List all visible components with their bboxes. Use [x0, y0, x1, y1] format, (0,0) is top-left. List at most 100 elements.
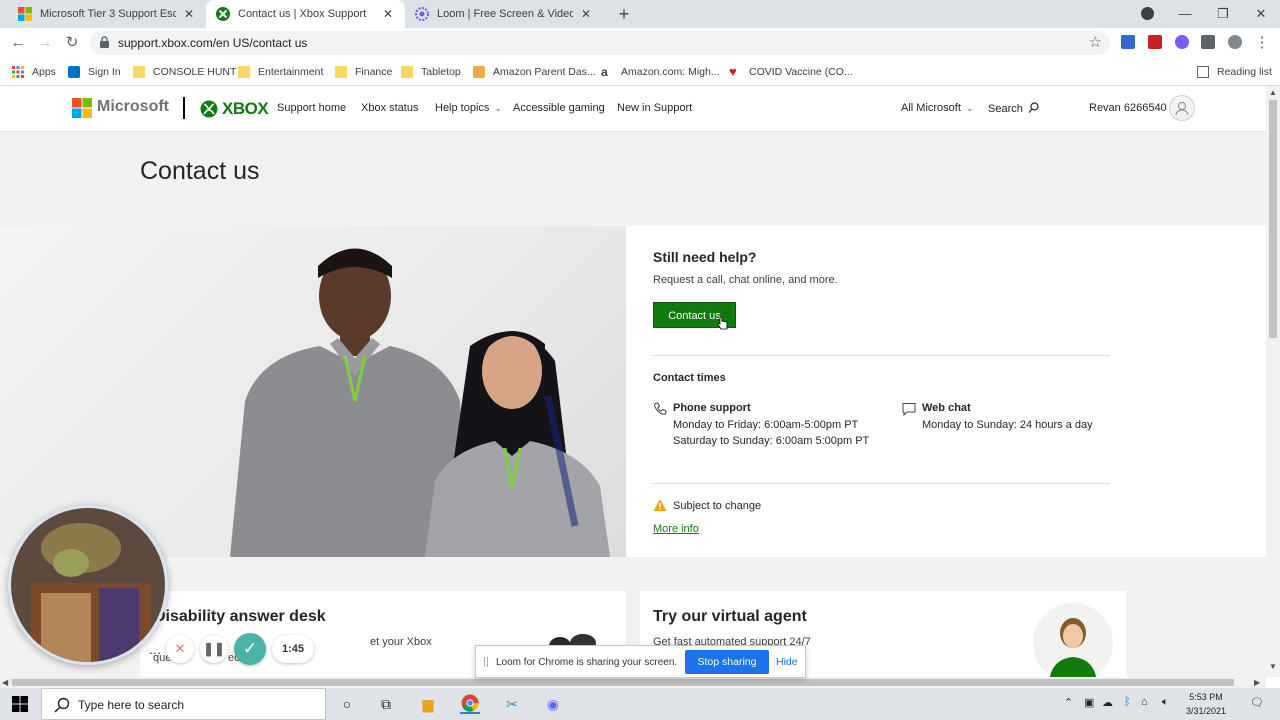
restore-button[interactable]: ❐	[1204, 0, 1242, 28]
chevron-down-icon: ⌄	[965, 103, 974, 113]
address-bar[interactable]: support.xbox.com/en US/contact us ☆	[90, 31, 1110, 55]
tray-app-icon[interactable]: ▣	[1084, 696, 1094, 709]
discord-icon[interactable]: ◉	[543, 694, 563, 714]
bookmark-star-icon[interactable]: ☆	[1089, 33, 1102, 51]
tab-title: Contact us | Xbox Support	[238, 8, 367, 20]
reload-icon[interactable]: ↻	[62, 33, 82, 53]
virtual-agent-avatar	[1033, 603, 1113, 683]
loom-camera-bubble[interactable]	[8, 505, 168, 665]
loom-extension-icon[interactable]	[1175, 35, 1189, 49]
tab-loom[interactable]: Loom | Free Screen & Video Reco ✕	[405, 0, 603, 28]
xbox-logo[interactable]: XBOX	[200, 99, 269, 119]
horizontal-scrollbar[interactable]: ◀ ▶	[0, 677, 1266, 688]
loom-more-icon[interactable]: …	[149, 635, 162, 663]
stop-sharing-button[interactable]: Stop sharing	[685, 650, 769, 674]
bookmark-console-hunt[interactable]: CONSOLE HUNT	[133, 64, 236, 80]
microsoft-favicon-icon	[18, 7, 32, 21]
bookmark-entertainment[interactable]: Entertainment	[238, 64, 323, 80]
extensions-puzzle-icon[interactable]	[1201, 35, 1215, 49]
loom-pause-icon[interactable]: ❚❚	[200, 635, 228, 663]
loom-timer: 1:45	[272, 635, 314, 663]
cloud-icon[interactable]: ☁	[1102, 696, 1113, 709]
menu-kebab-icon[interactable]: ⋮	[1252, 33, 1272, 53]
extension-icon[interactable]	[1121, 35, 1135, 49]
bookmark-label: Amazon Parent Das...	[493, 66, 596, 78]
show-hidden-icons[interactable]: ⌃	[1064, 696, 1073, 709]
phone-hours-weekend: Saturday to Sunday: 6:00am 5:00pm PT	[673, 435, 870, 447]
chrome-taskbar-icon[interactable]	[460, 694, 480, 714]
taskbar-search-box[interactable]: Type here to search	[41, 688, 326, 720]
tab-close-icon[interactable]: ✕	[182, 7, 196, 21]
notifications-icon[interactable]: 🗨︎	[1250, 696, 1264, 709]
horizontal-scroll-thumb[interactable]	[12, 679, 1234, 686]
scroll-down-arrow-icon[interactable]: ▼	[1269, 662, 1277, 671]
nav-xbox-status[interactable]: Xbox status	[361, 102, 418, 114]
bookmark-tabletop[interactable]: Tabletop	[401, 64, 461, 80]
bluetooth-icon[interactable]: ᛒ	[1124, 696, 1131, 708]
microsoft-logo-icon[interactable]	[72, 98, 92, 118]
bookmark-amazon-parent[interactable]: Amazon Parent Das...	[473, 64, 596, 80]
volume-icon[interactable]: 🔈︎	[1162, 696, 1169, 709]
close-window-button[interactable]: ✕	[1242, 0, 1280, 28]
new-tab-button[interactable]: +	[614, 4, 634, 24]
disability-subtitle-fragment: et your Xbox	[370, 636, 432, 648]
warning-icon	[653, 499, 667, 511]
more-info-link[interactable]: More info	[653, 523, 699, 535]
minimize-button[interactable]: —	[1166, 0, 1204, 28]
bookmark-apps[interactable]: Apps	[12, 64, 56, 80]
tab-close-icon[interactable]: ✕	[579, 7, 593, 21]
nav-help-topics-label: Help topics	[435, 102, 490, 114]
system-clock[interactable]: 5:53 PM 3/31/2021	[1186, 690, 1226, 718]
bookmark-label: COVID Vaccine (CO...	[749, 66, 853, 78]
hide-button[interactable]: Hide	[776, 656, 798, 668]
back-arrow-icon[interactable]: ←	[8, 33, 28, 53]
outlook-icon	[68, 66, 80, 78]
scroll-left-arrow-icon[interactable]: ◀	[2, 678, 8, 687]
forward-arrow-icon[interactable]: →	[35, 33, 55, 53]
vertical-scroll-thumb[interactable]	[1269, 100, 1277, 338]
windows-start-icon[interactable]	[12, 696, 28, 712]
all-microsoft-menu[interactable]: All Microsoft ⌄	[901, 102, 974, 114]
cortana-icon[interactable]: ○	[337, 694, 357, 714]
heart-icon: ♥	[729, 64, 737, 79]
tab-tier3-escalation[interactable]: Microsoft Tier 3 Support Escalati ✕	[8, 0, 206, 28]
web-chat-hours: Monday to Sunday: 24 hours a day	[922, 419, 1093, 431]
search-button[interactable]: Search	[988, 102, 1039, 115]
drag-handle-icon[interactable]	[484, 657, 488, 667]
reading-list[interactable]: Reading list	[1197, 64, 1272, 80]
tab-title: Microsoft Tier 3 Support Escalati	[40, 8, 176, 20]
chevron-down-icon: ⌄	[494, 103, 503, 113]
microsoft-brand[interactable]: Microsoft	[97, 98, 169, 116]
disability-title: Disability answer desk	[154, 608, 326, 625]
pdf-extension-icon[interactable]	[1148, 35, 1162, 49]
bookmark-covid-vaccine[interactable]: ♥ COVID Vaccine (CO...	[729, 64, 853, 80]
screen-share-bar: Loom for Chrome is sharing your screen. …	[475, 645, 806, 678]
nav-accessible-gaming[interactable]: Accessible gaming	[513, 102, 605, 114]
bookmark-sign-in[interactable]: Sign In	[68, 64, 121, 80]
file-explorer-icon[interactable]: ▆	[418, 694, 438, 714]
hand-cursor-icon	[717, 316, 728, 330]
loom-finish-check-icon[interactable]: ✓	[234, 633, 266, 665]
phone-icon	[653, 402, 667, 415]
loom-cancel-icon[interactable]: ✕	[166, 635, 194, 663]
bookmark-finance[interactable]: Finance	[335, 64, 392, 80]
nav-support-home[interactable]: Support home	[277, 102, 346, 114]
task-view-icon[interactable]: ⧉	[376, 694, 396, 714]
vertical-scrollbar[interactable]: ▲ ▼	[1266, 86, 1280, 677]
help-card: Still need help? Request a call, chat on…	[626, 226, 1266, 557]
nav-new-in-support[interactable]: New in Support	[617, 102, 692, 114]
user-avatar-icon[interactable]	[1169, 95, 1195, 121]
user-name[interactable]: Revan 6266540	[1089, 102, 1167, 114]
tab-close-icon[interactable]: ✕	[381, 7, 395, 21]
profile-avatar-icon[interactable]	[1228, 35, 1242, 49]
loom-favicon-icon	[415, 7, 429, 21]
bookmark-amazon[interactable]: a Amazon.com: Migh...	[601, 64, 720, 80]
network-icon[interactable]: ⌂	[1141, 696, 1148, 708]
snipping-tool-icon[interactable]: ✂	[502, 694, 522, 714]
nav-help-topics[interactable]: Help topics ⌄	[435, 102, 502, 114]
tab-contact-us[interactable]: Contact us | Xbox Support ✕	[206, 0, 405, 28]
scroll-up-arrow-icon[interactable]: ▲	[1269, 88, 1277, 97]
chrome-profile-icon[interactable]	[1141, 7, 1154, 20]
reading-list-icon	[1197, 66, 1209, 78]
scroll-right-arrow-icon[interactable]: ▶	[1254, 678, 1260, 687]
